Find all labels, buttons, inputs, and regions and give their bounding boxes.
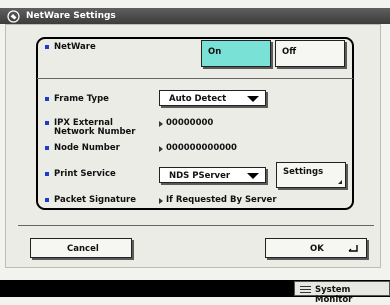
print-service-label: Print Service <box>54 169 116 179</box>
cancel-button[interactable]: Cancel <box>30 238 132 258</box>
netware-on-button[interactable]: On <box>201 40 271 67</box>
ipx-external-value: 00000000 <box>166 118 214 128</box>
enter-return-icon <box>348 245 358 256</box>
window-title: NetWare Settings <box>26 11 116 21</box>
bullet-icon <box>45 172 49 176</box>
frame-type-value: Auto Detect <box>169 94 227 104</box>
bullet-icon <box>45 45 49 49</box>
netware-on-label: On <box>208 47 222 57</box>
frame-type-dropdown[interactable]: Auto Detect <box>159 90 266 106</box>
node-number-label: Node Number <box>54 143 120 153</box>
settings-icon <box>6 9 20 23</box>
bullet-icon <box>45 198 49 202</box>
monitor-lines-icon <box>300 286 311 293</box>
netware-off-button[interactable]: Off <box>275 40 345 67</box>
title-bar: NetWare Settings <box>0 8 390 24</box>
netware-off-label: Off <box>282 47 297 57</box>
ok-button-label: OK <box>310 244 324 254</box>
frame-type-label: Frame Type <box>54 94 109 104</box>
chevron-down-icon <box>247 173 259 179</box>
system-monitor-label: System Monitor <box>315 285 353 305</box>
status-bar: System Monitor <box>0 280 390 305</box>
system-monitor-button[interactable]: System Monitor <box>294 281 390 305</box>
print-service-value: NDS PServer <box>169 171 231 181</box>
settings-button-label: Settings <box>283 167 324 177</box>
section-divider <box>37 78 353 79</box>
value-pointer-icon <box>159 198 163 204</box>
print-service-dropdown[interactable]: NDS PServer <box>159 167 266 183</box>
value-pointer-icon <box>159 121 163 127</box>
cancel-button-label: Cancel <box>67 244 99 254</box>
packet-signature-label: Packet Signature <box>54 195 136 205</box>
corner-indicator-icon <box>338 180 342 184</box>
ipx-external-label-line2: Network Number <box>54 127 136 137</box>
bullet-icon <box>45 121 49 125</box>
footer-divider <box>18 225 374 226</box>
value-pointer-icon <box>159 146 163 152</box>
node-number-value: 000000000000 <box>166 143 237 153</box>
ok-button[interactable]: OK <box>265 238 367 258</box>
settings-button[interactable]: Settings <box>276 162 346 188</box>
netware-label: NetWare <box>54 42 96 52</box>
bullet-icon <box>45 146 49 150</box>
packet-signature-value: If Requested By Server <box>166 195 277 205</box>
bullet-icon <box>45 97 49 101</box>
chevron-down-icon <box>247 96 259 102</box>
